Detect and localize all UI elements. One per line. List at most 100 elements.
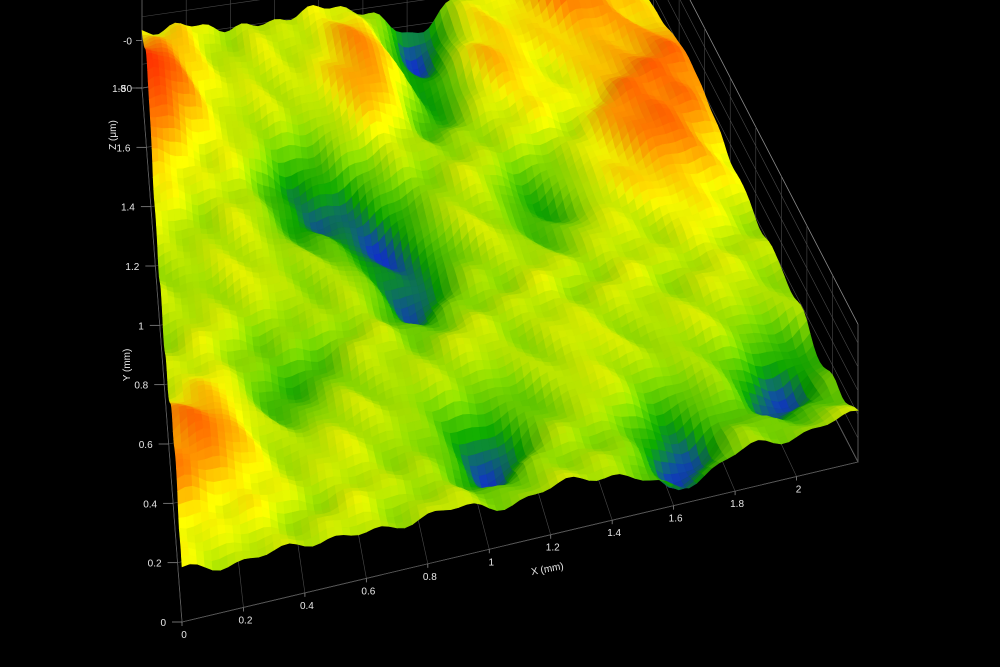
surface-facet [197,202,206,217]
surface-facet [153,66,161,78]
surface-facet [232,339,242,352]
surface-facet [258,424,268,437]
surface-facet [259,434,269,445]
surface-facet [198,270,207,283]
surface-facet [217,375,226,384]
surface-facet [226,339,235,353]
surface-facet [160,94,168,106]
surface-facet [151,148,159,164]
surface-facet [190,106,198,121]
surface-facet [224,375,233,384]
surface-plot: 00.20.40.60.811.21.41.61.8200.20.40.60.8… [108,0,859,641]
surface-facet [180,297,189,306]
surface-facet [175,155,184,170]
surface-facet [198,214,207,224]
surface-facet [156,224,164,236]
surface-facet [250,370,259,383]
surface-facet [223,418,232,427]
surface-facet [207,408,216,415]
surface-facet [181,155,190,170]
surface-facet [173,208,182,222]
surface-facet [183,93,191,108]
surface-facet [176,250,185,259]
surface-facet [155,116,164,129]
surface-facet [183,251,192,259]
surface-facet [190,193,199,207]
surface-facet [199,287,208,295]
surface-facet [199,280,208,290]
surface-facet [188,310,197,320]
surface-facet [242,410,251,420]
surface-facet [192,281,201,289]
surface-facet [158,160,166,174]
surface-facet [175,310,184,321]
surface-facet [191,273,200,283]
surface-facet [189,317,198,325]
surface-facet [224,382,234,391]
surface-facet [182,311,191,320]
surface-facet [183,176,191,187]
surface-facet [182,244,191,253]
surface-facet [164,349,173,354]
surface-facet [173,197,181,210]
surface-mesh [141,0,859,571]
surface-facet [176,36,185,47]
surface-facet [176,168,185,180]
surface-facet [141,30,149,36]
surface-facet [198,330,207,337]
surface-facet [152,58,160,68]
surface-facet [258,391,268,403]
surface-facet [214,408,224,415]
surface-facet [155,104,163,118]
surface-facet [183,44,191,55]
surface-facet [174,219,183,233]
surface-facet [243,315,252,328]
surface-facet [184,258,192,267]
surface-facet [225,327,234,341]
surface-facet [196,118,205,134]
surface-facet [226,351,236,362]
surface-facet [174,303,183,313]
surface-facet [226,167,234,183]
surface-facet [267,408,277,417]
surface-facet [180,367,189,375]
surface-facet [251,323,260,338]
surface-facet [161,104,169,117]
surface-facet [168,127,176,143]
surface-facet [150,126,158,139]
surface-facet [170,70,178,83]
surface-facet [184,265,193,276]
surface-facet [182,81,191,95]
surface-facet [191,119,199,134]
surface-facet [169,141,177,157]
surface-facet [167,115,176,129]
surface-facet [149,106,157,118]
surface-facet [175,141,183,157]
surface-facet [241,403,251,412]
surface-facet [156,47,164,53]
surface-facet [213,402,223,410]
surface-facet [295,432,305,438]
surface-facet [191,264,200,275]
surface-facet [198,143,207,156]
surface-facet [172,187,180,199]
surface-facet [172,360,182,369]
surface-facet [190,256,199,267]
surface-facet [250,417,259,428]
surface-facet [256,370,266,383]
surface-facet [197,326,206,332]
surface-facet [187,367,196,375]
surface-facet [164,352,174,357]
surface-facet [181,304,190,313]
surface-facet [151,136,159,150]
surface-facet [161,115,170,129]
surface-facet [162,127,170,143]
surface-facet [224,318,233,330]
surface-facet [252,336,261,348]
surface-facet [200,233,209,240]
surface-facet [197,131,206,146]
surface-facet [166,197,175,212]
surface-facet [149,117,158,128]
surface-facet [175,230,183,240]
surface-facet [167,208,176,222]
